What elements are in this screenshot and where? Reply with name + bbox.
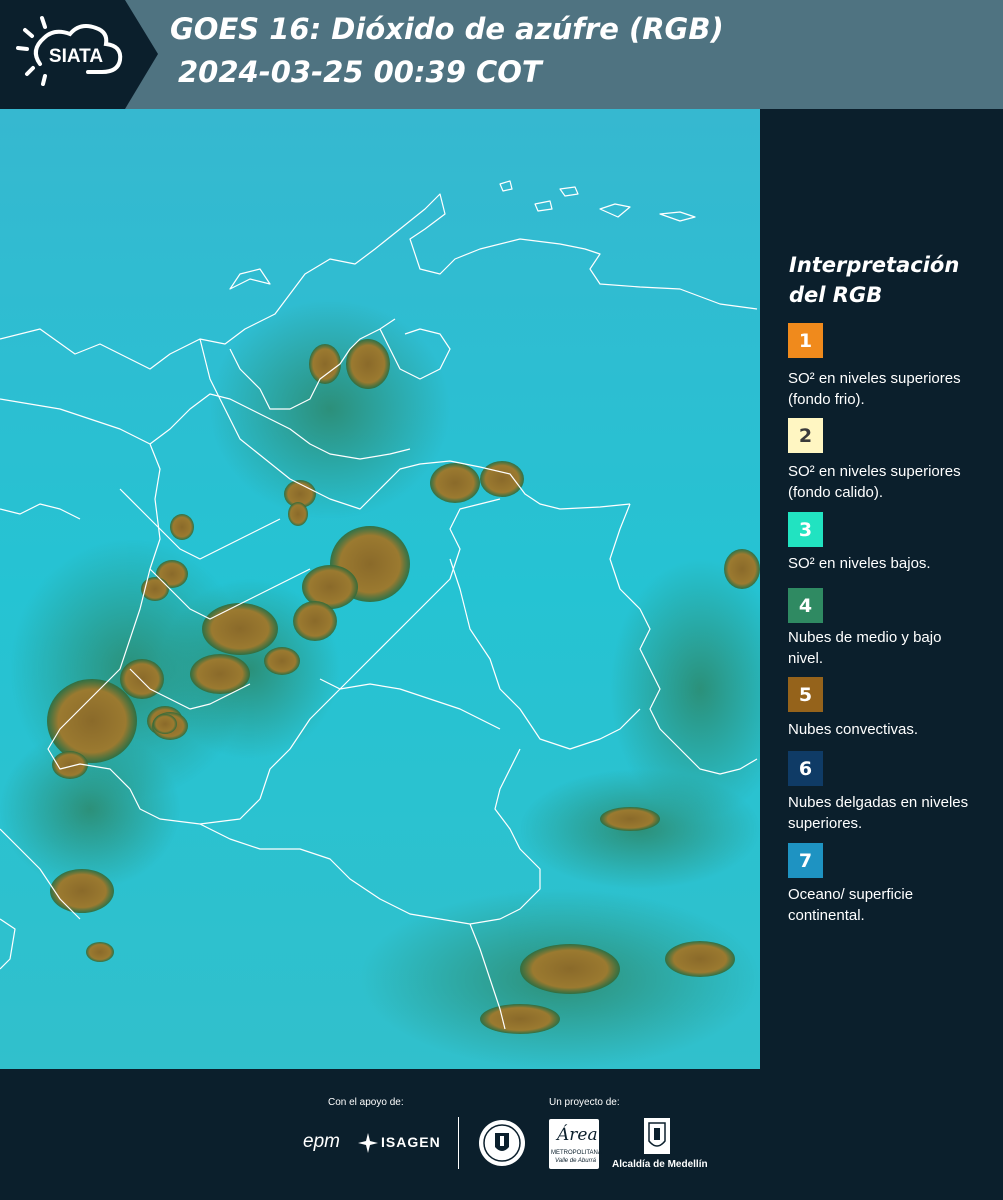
legend-number-6: 6 [798,757,813,780]
legend-number-5: 5 [798,683,813,706]
legend-number-4: 4 [798,594,813,617]
medellin-seal-icon [479,1120,525,1166]
legend-swatch-6: 6 [788,751,823,786]
isagen-star-icon [358,1133,378,1153]
legend-title: Interpretación del RGB [789,250,989,310]
image-datetime: 2024-03-25 00:39 COT [178,55,542,89]
header-bar: SIATA GOES 16: Dióxido de azúfre (RGB) 2… [0,0,1003,109]
satellite-rgb-map[interactable] [0,109,760,1069]
legend-number-2: 2 [798,424,813,447]
area-logo-sub1: METROPOLITANA [551,1150,602,1156]
epm-logo: epm [303,1131,340,1152]
legend-swatch-2: 2 [788,418,823,453]
legend-number-3: 3 [798,518,813,541]
brand-text: SIATA [49,46,103,67]
legend-swatch-3: 3 [788,512,823,547]
area-metropolitana-logo: Área METROPOLITANA Valle de Aburrá [549,1119,602,1169]
alcaldia-logo: Alcaldía de Medellín [612,1159,708,1170]
legend-swatch-7: 7 [788,843,823,878]
legend-label-6: Nubes delgadas en niveles superiores. [788,794,969,832]
isagen-logo: ISAGEN [381,1134,441,1150]
alcaldia-shield-icon [644,1118,670,1154]
project-caption: Un proyecto de: [549,1097,620,1108]
legend-title-line2: del RGB [789,283,883,307]
area-logo-sub2: Valle de Aburrá [555,1158,596,1164]
legend-number-1: 1 [798,329,813,352]
legend-title-line1: Interpretación [789,253,960,277]
legend-label-3: SO² en niveles bajos. [788,555,931,572]
legend-swatch-5: 5 [788,677,823,712]
legend-number-7: 7 [798,849,813,872]
legend-label-4: Nubes de medio y bajo nivel. [788,629,942,667]
footer-divider [458,1117,459,1169]
support-caption: Con el apoyo de: [328,1097,404,1108]
footer-bar: Con el apoyo de: Un proyecto de: epm ISA… [0,1069,1003,1200]
page-title: GOES 16: Dióxido de azúfre (RGB) [170,12,724,46]
legend-label-2: SO² en niveles superiores (fondo calido)… [788,463,961,501]
legend-label-5: Nubes convectivas. [788,721,919,738]
siata-logo: SIATA [0,0,158,109]
legend-label-7: Oceano/ superficie continental. [788,886,914,924]
legend-swatch-4: 4 [788,588,823,623]
legend-label-1: SO² en niveles superiores (fondo frio). [788,370,961,408]
area-logo-text: Área [557,1125,598,1145]
legend-swatch-1: 1 [788,323,823,358]
